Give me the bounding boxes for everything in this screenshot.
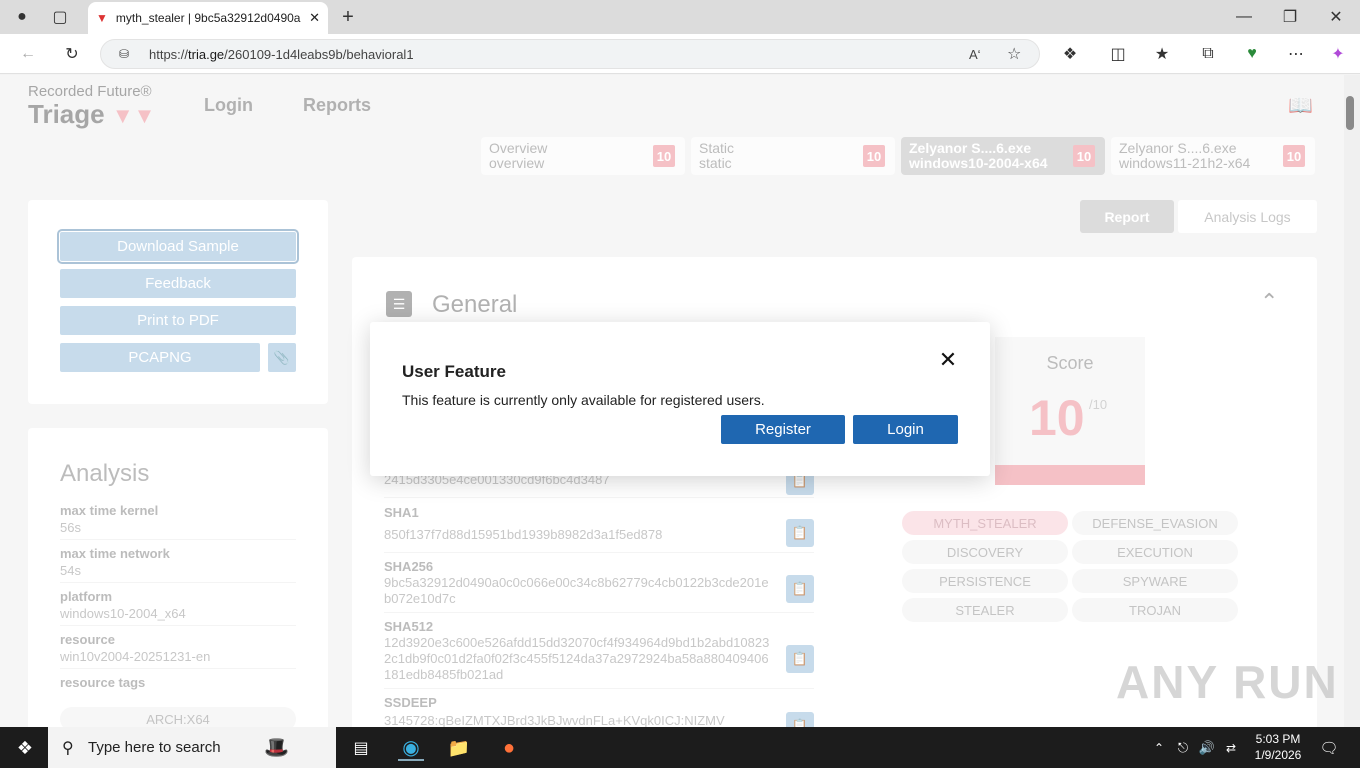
favorite-star-icon[interactable]: ☆ — [1007, 44, 1021, 64]
page-scrollbar[interactable] — [1344, 75, 1360, 727]
windows-taskbar: ❖ ⚲ Type here to search 🎩 ▤ ◉ 📁 ● ⌃ ⎋ 🔊 … — [0, 727, 1360, 768]
search-icon: ⚲ — [62, 739, 74, 757]
restore-icon[interactable]: ❐ — [1278, 5, 1302, 29]
refresh-icon[interactable]: ↻ — [60, 42, 84, 66]
taskbar-search[interactable]: ⚲ Type here to search 🎩 — [48, 727, 336, 768]
close-window-icon[interactable]: ✕ — [1324, 5, 1348, 29]
user-feature-dialog: User Feature This feature is currently o… — [370, 322, 990, 476]
url-host: tria.ge — [188, 46, 225, 62]
back-icon[interactable]: ← — [16, 42, 40, 66]
browser-tab[interactable]: ▼ myth_stealer | 9bc5a32912d0490a ✕ — [88, 2, 328, 34]
clock-time: 5:03 PM — [1255, 732, 1301, 746]
read-aloud-icon[interactable]: A‘ — [969, 47, 981, 62]
url-path: /260109-1d4leabs9b/behavioral1 — [224, 46, 414, 62]
extensions-icon[interactable]: ❖ — [1058, 42, 1082, 66]
clock-date: 1/9/2026 — [1254, 748, 1302, 762]
language-icon[interactable]: ⇄ — [1218, 735, 1244, 761]
scrollbar-thumb[interactable] — [1346, 96, 1354, 130]
dialog-title: User Feature — [402, 362, 506, 381]
new-tab-icon[interactable]: + — [336, 5, 360, 29]
system-clock[interactable]: 5:03 PM 1/9/2026 — [1248, 731, 1308, 763]
url-prefix: https:// — [149, 46, 189, 62]
login-button[interactable]: Login — [853, 415, 958, 444]
anyrun-watermark: ANY RUN — [1116, 656, 1339, 708]
register-button[interactable]: Register — [721, 415, 845, 444]
more-menu-icon[interactable]: ⋯ — [1284, 42, 1308, 66]
minimize-icon[interactable]: — — [1232, 5, 1256, 29]
notifications-icon[interactable]: 🗨 — [1316, 735, 1342, 761]
split-screen-icon[interactable]: ◫ — [1106, 42, 1130, 66]
address-bar-row: ← ↻ ⛁ https://tria.ge/260109-1d4leabs9b/… — [0, 34, 1360, 74]
firefox-icon[interactable]: ● — [496, 735, 522, 761]
search-placeholder: Type here to search — [88, 739, 221, 756]
tab-title: myth_stealer | 9bc5a32912d0490a — [115, 11, 301, 25]
volume-icon[interactable]: 🔊 — [1194, 735, 1220, 761]
edge-icon[interactable]: ◉ — [398, 735, 424, 761]
site-info-icon[interactable]: ⛁ — [119, 47, 129, 61]
tray-chevron-icon[interactable]: ⌃ — [1146, 735, 1172, 761]
dialog-message: This feature is currently only available… — [402, 392, 765, 408]
browser-tab-bar: ● ▢ ▼ myth_stealer | 9bc5a32912d0490a ✕ … — [0, 0, 1360, 34]
close-tab-icon[interactable]: ✕ — [309, 10, 320, 26]
network-icon[interactable]: ⎋ — [1170, 735, 1196, 761]
search-highlight-icon: 🎩 — [264, 737, 289, 759]
tab-actions-icon[interactable]: ▢ — [48, 5, 72, 29]
browser-essentials-icon[interactable]: ♥ — [1240, 42, 1264, 66]
triage-favicon-icon: ▼ — [96, 11, 108, 25]
collections-icon[interactable]: ⧉ — [1196, 42, 1220, 66]
url-field[interactable]: ⛁ https://tria.ge/260109-1d4leabs9b/beha… — [100, 39, 1040, 69]
file-explorer-icon[interactable]: 📁 — [446, 735, 472, 761]
favorites-icon[interactable]: ★ — [1150, 42, 1174, 66]
windows-start-icon[interactable]: ❖ — [12, 735, 38, 761]
copilot-icon[interactable]: ✦ — [1326, 42, 1350, 66]
close-icon[interactable]: ✕ — [936, 347, 960, 372]
task-view-icon[interactable]: ▤ — [348, 735, 374, 761]
profile-icon[interactable]: ● — [10, 5, 34, 29]
